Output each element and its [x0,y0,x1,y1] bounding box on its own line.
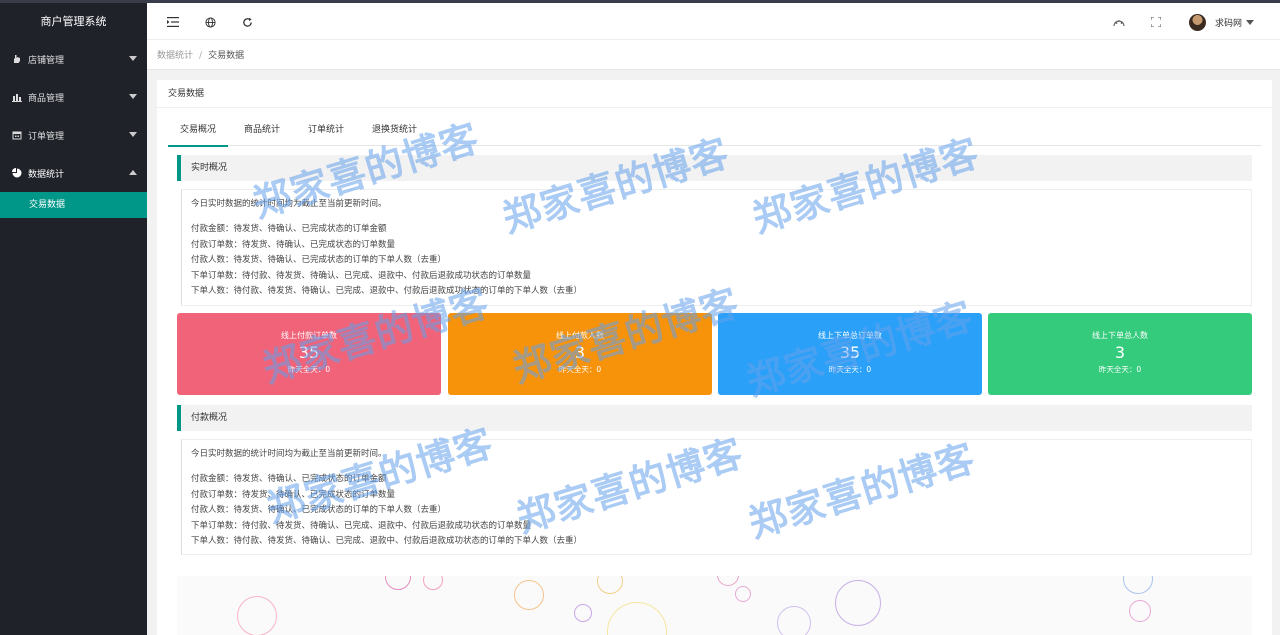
chevron-down-icon [129,94,137,99]
chevron-down-icon [129,56,137,61]
tab-bar: 交易概况 商品统计 订单统计 退换货统计 [168,118,1262,147]
desc-line: 今日实时数据的统计时间均为截止至当前更新时间。 [191,449,387,459]
sidebar-item-statistics[interactable]: 数据统计 [0,154,147,192]
chevron-up-icon [129,170,137,175]
breadcrumb: 数据统计 / 交易数据 [147,40,1280,70]
pie-chart-icon [11,168,22,179]
desc-line: 付款金额：待发货、待确认、已完成状态的订单金额 [191,224,387,235]
stat-label: 线上下单总人数 [1092,331,1148,340]
tab-order-stats[interactable]: 订单统计 [296,118,356,146]
refresh-icon[interactable] [238,13,256,31]
caret-down-icon [1246,19,1254,25]
hand-icon [11,54,22,65]
realtime-description: 今日实时数据的统计时间均为截止至当前更新时间。 付款金额：待发货、待确认、已完成… [181,189,1252,306]
stat-value: 35 [839,343,861,362]
desc-line: 下单人数：待付款、待发货、待确认、已完成、退款中、付款后退款成功状态的订单的下单… [191,286,583,297]
sidebar-subitem-trade-data[interactable]: 交易数据 [0,192,147,218]
desc-line: 今日实时数据的统计时间均为截止至当前更新时间。 [191,199,387,209]
main-card: 交易数据 交易概况 商品统计 订单统计 退换货统计 实时概况 今日实时数据的统计… [157,80,1272,635]
globe-icon[interactable] [201,13,219,31]
tab-trade-overview[interactable]: 交易概况 [168,118,229,147]
desc-line: 付款金额：待发货、待确认、已完成状态的订单金额 [191,474,387,485]
top-header: 求码网 [147,0,1280,40]
card-title: 交易数据 [157,80,1272,108]
stat-value: 3 [574,343,586,362]
sidebar-item-shop[interactable]: 店铺管理 [0,40,147,78]
menu-fold-icon[interactable] [164,13,182,31]
breadcrumb-current: 交易数据 [208,51,245,61]
breadcrumb-parent[interactable]: 数据统计 [157,51,193,61]
sidebar: 商户管理系统 店铺管理 商品管理 订单管理 数据统计 交易数据 [0,0,147,635]
stat-card-total-users: 线上下单总人数 3 昨天全天：0 [988,313,1252,395]
stat-card-paid-orders: 线上付款订单数 35 昨天全天：0 [177,313,441,395]
chevron-down-icon [129,132,137,137]
desc-line: 下单人数：待付款、待发货、待确认、已完成、退款中、付款后退款成功状态的订单的下单… [191,536,583,547]
section-title-payment: 付款概况 [177,405,1252,431]
bar-chart-icon [11,92,22,103]
decorative-bubbles [177,576,1252,635]
fullscreen-icon[interactable] [1147,13,1165,31]
stat-yesterday: 昨天全天：0 [828,365,872,374]
breadcrumb-separator: / [199,51,203,61]
tab-goods-stats[interactable]: 商品统计 [232,118,292,146]
sidebar-item-label: 店铺管理 [28,55,65,66]
desc-line: 付款人数：待发货、待确认、已完成状态的订单的下单人数（去重） [191,505,447,516]
payment-description: 今日实时数据的统计时间均为截止至当前更新时间。 付款金额：待发货、待确认、已完成… [181,439,1252,555]
sidebar-item-label: 订单管理 [28,131,65,142]
desc-line: 付款订单数：待发货、待确认、已完成状态的订单数量 [191,489,396,500]
stat-card-paid-users: 线上付款人数 3 昨天全天：0 [448,313,712,395]
user-menu[interactable]: 求码网 [1188,12,1254,32]
calendar-icon [11,130,22,141]
sidebar-item-orders[interactable]: 订单管理 [0,116,147,154]
sidebar-subnav: 交易数据 [0,192,147,218]
stat-label: 线上付款订单数 [281,331,337,340]
sidebar-item-label: 数据统计 [28,169,65,180]
app-title: 商户管理系统 [0,0,147,40]
stat-label: 线上下单总订单数 [818,331,882,340]
tab-return-stats[interactable]: 退换货统计 [360,118,429,146]
theme-icon[interactable] [1110,13,1128,31]
stat-yesterday: 昨天全天：0 [1098,365,1142,374]
desc-line: 付款人数：待发货、待确认、已完成状态的订单的下单人数（去重） [191,255,447,266]
stat-value: 3 [1114,343,1126,362]
desc-line: 付款订单数：待发货、待确认、已完成状态的订单数量 [191,239,396,250]
sidebar-item-goods[interactable]: 商品管理 [0,78,147,116]
stat-label: 线上付款人数 [556,331,604,340]
desc-line: 下单订单数：待付款、待发货、待确认、已完成、退款中、付款后退款成功状态的订单数量 [191,270,532,281]
stat-card-total-orders: 线上下单总订单数 35 昨天全天：0 [718,313,982,395]
avatar [1188,13,1206,31]
sidebar-item-label: 商品管理 [28,93,65,104]
stat-yesterday: 昨天全天：0 [287,365,331,374]
stat-value: 35 [298,343,320,362]
section-title-realtime: 实时概况 [177,155,1252,181]
desc-line: 下单订单数：待付款、待发货、待确认、已完成、退款中、付款后退款成功状态的订单数量 [191,520,532,531]
user-name: 求码网 [1214,18,1242,29]
stat-yesterday: 昨天全天：0 [558,365,602,374]
